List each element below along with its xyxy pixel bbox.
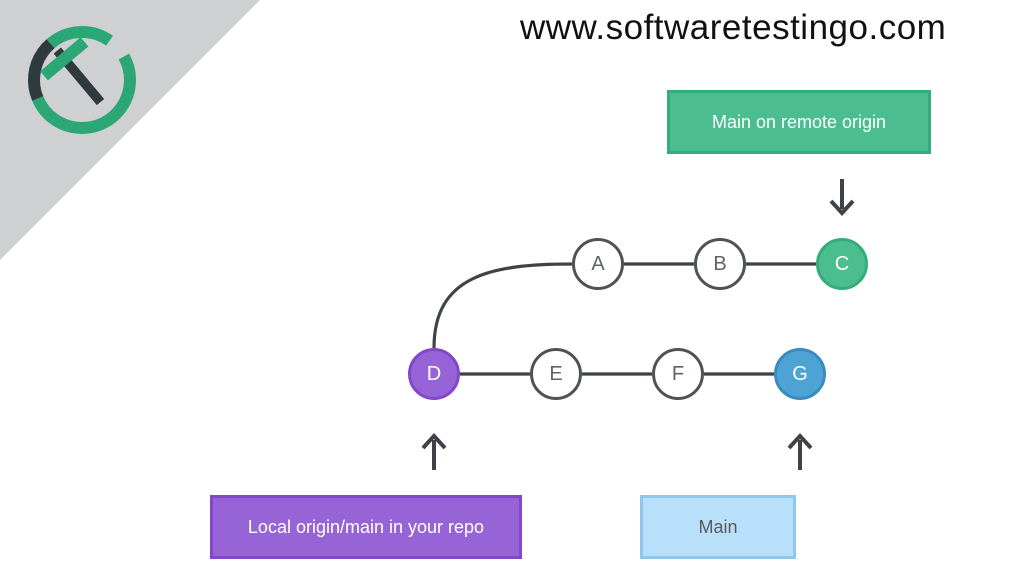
label-remote-main-text: Main on remote origin xyxy=(712,112,886,133)
site-logo xyxy=(22,20,142,140)
commit-B: B xyxy=(694,238,746,290)
commit-C: C xyxy=(816,238,868,290)
commit-A: A xyxy=(572,238,624,290)
git-diagram: A B C D E F G Main on remote origin Loca… xyxy=(0,0,1024,576)
label-main-text: Main xyxy=(698,517,737,538)
site-url: www.softwaretestingo.com xyxy=(520,8,946,48)
label-remote-main: Main on remote origin xyxy=(667,90,931,154)
edge-layer xyxy=(0,0,1024,576)
label-local-origin-main: Local origin/main in your repo xyxy=(210,495,522,559)
commit-E: E xyxy=(530,348,582,400)
arrow-down-icon xyxy=(822,175,862,221)
commit-D: D xyxy=(408,348,460,400)
label-local-origin-main-text: Local origin/main in your repo xyxy=(248,517,484,538)
edge-D-A-curve xyxy=(434,264,572,348)
arrow-up-icon xyxy=(780,428,820,474)
commit-F: F xyxy=(652,348,704,400)
label-main: Main xyxy=(640,495,796,559)
commit-G: G xyxy=(774,348,826,400)
arrow-up-icon xyxy=(414,428,454,474)
